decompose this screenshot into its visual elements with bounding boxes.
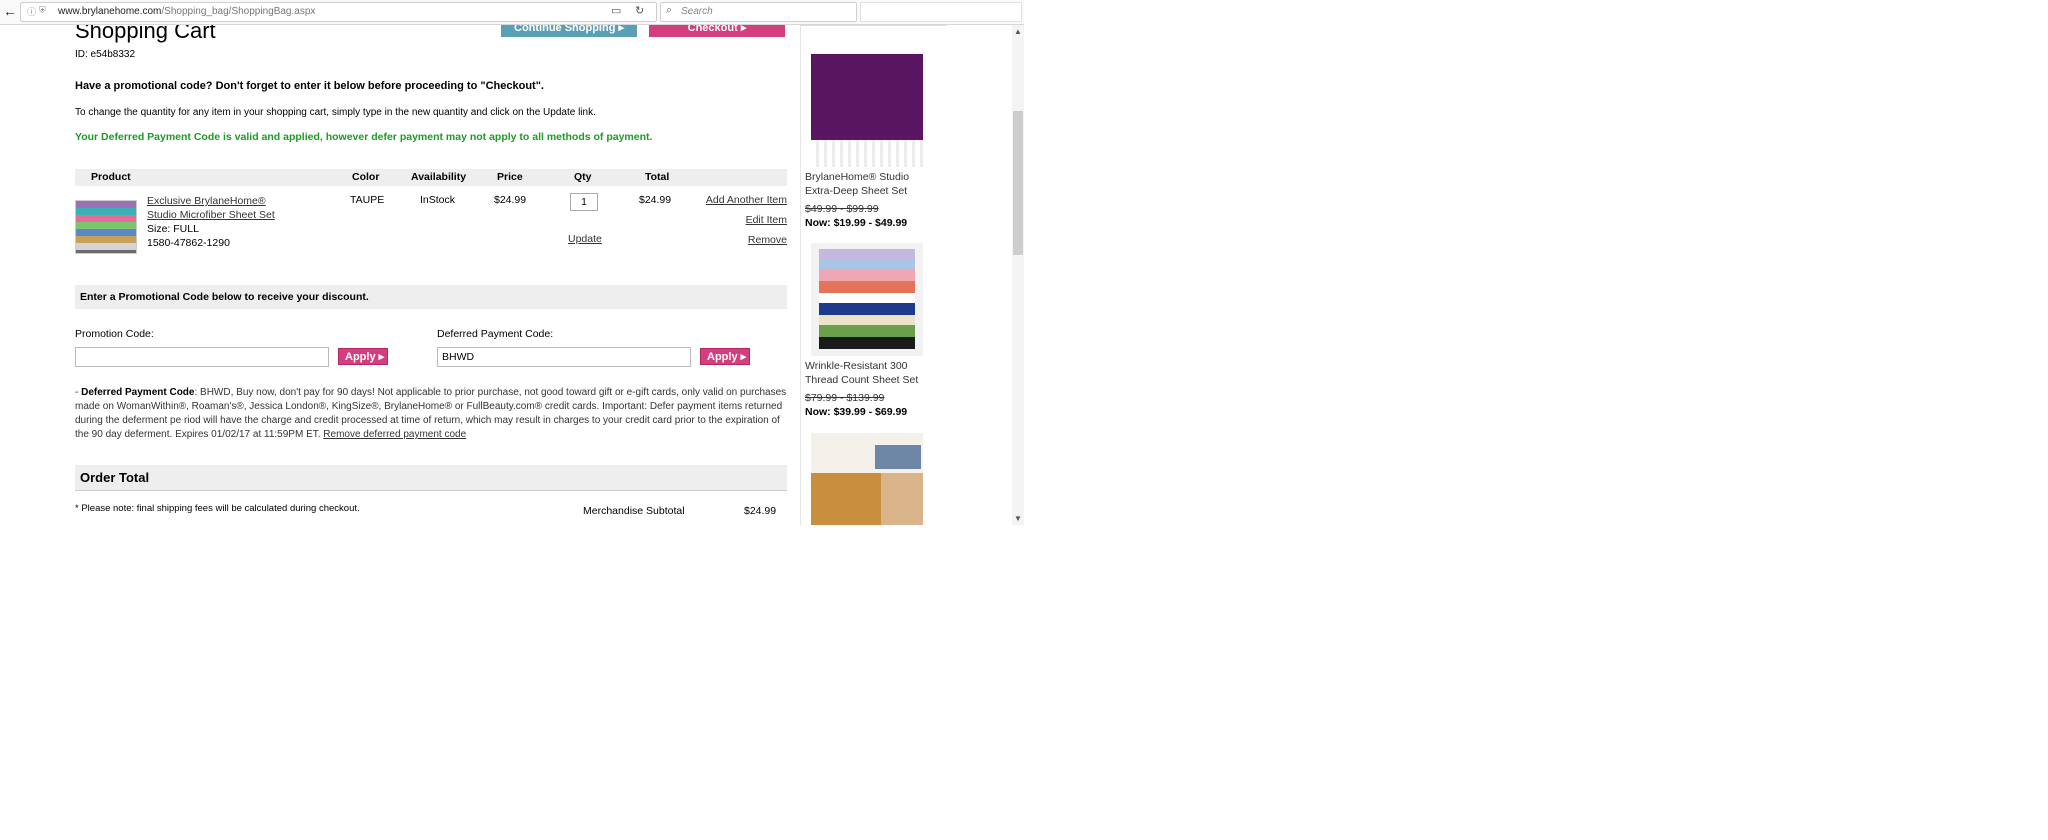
header-total: Total <box>645 171 670 183</box>
remove-deferred-code-link[interactable]: Remove deferred payment code <box>323 429 466 440</box>
product-availability: InStock <box>420 194 456 206</box>
apply-deferred-button[interactable]: Apply ▸ <box>700 348 750 365</box>
shipping-note: * Please note: final shipping fees will … <box>75 503 360 514</box>
quantity-hint: To change the quantity for any item in y… <box>75 107 596 118</box>
edit-item-link[interactable]: Edit Item <box>746 214 787 226</box>
stack-layer-navy <box>819 303 915 315</box>
rec-name-1[interactable]: BrylaneHome® Studio Extra-Deep Sheet Set <box>805 170 935 198</box>
product-name-link[interactable]: Exclusive BrylaneHome® Studio Microfiber… <box>147 194 297 222</box>
checkout-button[interactable]: Checkout ▸ <box>649 25 785 37</box>
stack-layer-lavender <box>819 249 915 259</box>
stack-layer-cream <box>819 315 915 325</box>
stack-layer-black <box>819 337 915 349</box>
reload-icon[interactable]: ↻ <box>635 4 644 17</box>
header-qty: Qty <box>574 171 592 183</box>
rec-old-price-2: $79.99 - $139.99 <box>805 392 885 404</box>
subtotal-label: Merchandise Subtotal <box>583 505 685 517</box>
promotion-code-input[interactable] <box>75 347 329 367</box>
url-path: /Shopping_bag/ShoppingBag.aspx <box>161 6 316 17</box>
header-availability: Availability <box>411 171 467 183</box>
towel-gold <box>811 473 881 525</box>
page-viewport: Shopping Cart Continue Shopping ▸ Checko… <box>0 25 1012 525</box>
note-bold: Deferred Payment Code <box>81 387 195 398</box>
sidebar-divider <box>800 25 801 525</box>
search-icon: ⌕ <box>666 4 673 16</box>
rec-old-price-1: $49.99 - $99.99 <box>805 203 879 215</box>
continue-shopping-button[interactable]: Continue Shopping ▸ <box>501 25 637 37</box>
cart-table-header: Product Color Availability Price Qty Tot… <box>75 169 787 186</box>
add-another-item-link[interactable]: Add Another Item <box>706 194 787 206</box>
stack-layer-white <box>819 293 915 303</box>
info-icon[interactable]: ⓘ <box>27 5 36 18</box>
order-total-title: Order Total <box>80 470 150 485</box>
subtotal-value: $24.99 <box>744 505 777 517</box>
quantity-input[interactable]: 1 <box>570 193 598 211</box>
sidebar-top-rule <box>800 25 946 26</box>
towel-blue <box>875 445 921 469</box>
deferred-status-message: Your Deferred Payment Code is valid and … <box>75 131 653 143</box>
deferred-code-label: Deferred Payment Code: <box>437 328 554 340</box>
product-sku: 1580-47862-1290 <box>147 237 230 249</box>
browser-toolbar: ← ⓘ ⛨ www.brylanehome.com/Shopping_bag/S… <box>0 0 1024 25</box>
address-bar[interactable]: ⓘ ⛨ www.brylanehome.com/Shopping_bag/Sho… <box>20 2 657 22</box>
product-price: $24.99 <box>494 194 527 206</box>
promotion-code-label: Promotion Code: <box>75 328 154 340</box>
browser-window: ← ⓘ ⛨ www.brylanehome.com/Shopping_bag/S… <box>0 0 1024 525</box>
toolbar-blank-area <box>860 2 1022 22</box>
deferred-code-input[interactable]: BHWD <box>437 347 691 367</box>
stack-layer-pink <box>819 269 915 281</box>
product-total: $24.99 <box>639 194 672 206</box>
promo-section-title: Enter a Promotional Code below to receiv… <box>80 291 369 303</box>
remove-item-link[interactable]: Remove <box>748 234 787 246</box>
back-arrow-icon[interactable]: ← <box>2 3 18 19</box>
product-thumbnail[interactable] <box>75 200 137 254</box>
rec-name-2[interactable]: Wrinkle-Resistant 300 Thread Count Sheet… <box>805 359 935 387</box>
search-box[interactable]: ⌕ Search <box>660 2 857 22</box>
shield-icon[interactable]: ⛨ <box>39 5 46 16</box>
url-domain: www.brylanehome.com <box>58 6 162 17</box>
purple-sheet-shape <box>811 54 923 140</box>
rec-image-sheet-stack[interactable] <box>811 243 923 356</box>
header-product: Product <box>91 171 131 183</box>
product-color: TAUPE <box>350 194 385 206</box>
stack-layer-coral <box>819 281 915 293</box>
url-text: www.brylanehome.com/Shopping_bag/Shoppin… <box>58 6 315 17</box>
scroll-up-icon[interactable]: ▲ <box>1012 27 1024 36</box>
apply-promotion-button[interactable]: Apply ▸ <box>338 348 388 365</box>
promo-hint: Have a promotional code? Don't forget to… <box>75 80 544 92</box>
header-price: Price <box>497 171 523 183</box>
deferred-payment-note: - Deferred Payment Code: BHWD, Buy now, … <box>75 386 787 442</box>
promo-section-bar: Enter a Promotional Code below to receiv… <box>75 285 787 309</box>
rec-image-towels[interactable] <box>811 433 923 525</box>
product-size: Size: FULL <box>147 223 199 235</box>
cart-item-row: Exclusive BrylaneHome® Studio Microfiber… <box>75 193 787 287</box>
stack-layer-green <box>819 325 915 337</box>
reader-view-icon[interactable]: ▭ <box>611 4 621 17</box>
stack-layer-blue <box>819 259 915 269</box>
rec-image-purple-sheet[interactable] <box>811 54 923 167</box>
rec-now-price-2: Now: $39.99 - $69.99 <box>805 406 908 418</box>
cart-id: ID: e54b8332 <box>75 49 136 60</box>
bedskirt-shape <box>811 140 923 167</box>
vertical-scrollbar[interactable]: ▲ ▼ <box>1012 25 1024 525</box>
order-total-bar: Order Total <box>75 465 787 491</box>
page-title: Shopping Cart <box>75 25 216 43</box>
rec-now-price-1: Now: $19.99 - $49.99 <box>805 217 908 229</box>
towel-tan <box>881 473 923 525</box>
scroll-down-icon[interactable]: ▼ <box>1012 514 1024 523</box>
scrollbar-thumb[interactable] <box>1013 111 1023 255</box>
header-color: Color <box>352 171 380 183</box>
update-link[interactable]: Update <box>568 233 602 245</box>
search-placeholder: Search <box>681 6 713 17</box>
